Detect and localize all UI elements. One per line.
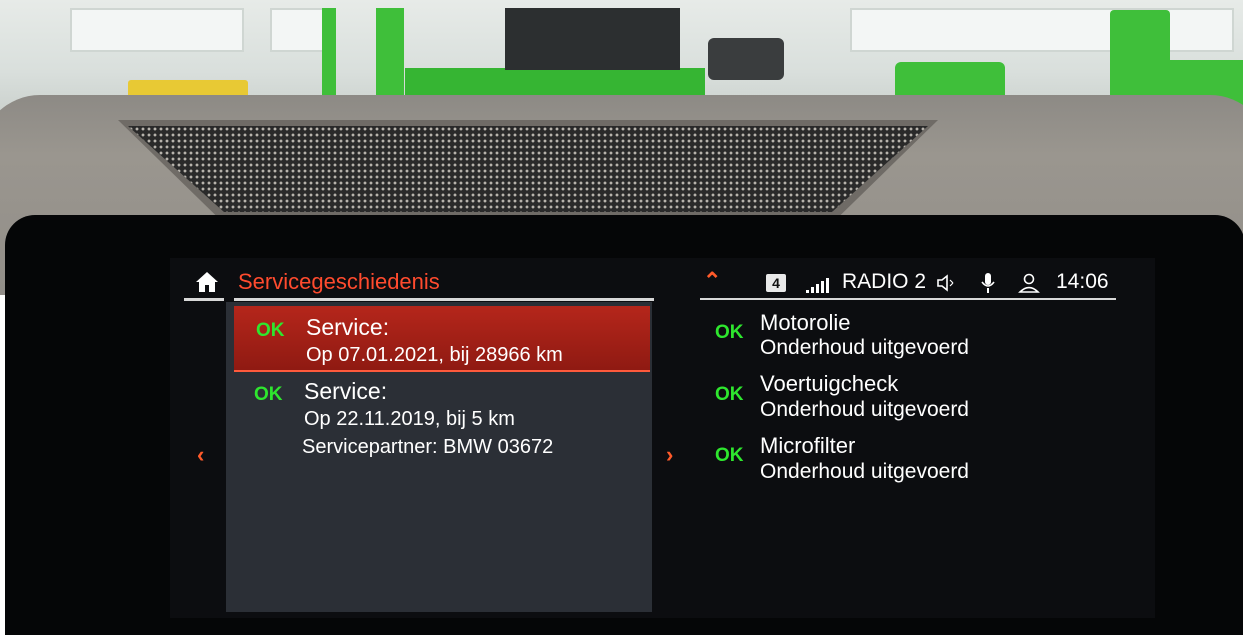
workshop-window: [70, 8, 244, 52]
clock-time: 14:06: [1056, 270, 1109, 293]
volume-icon: [937, 274, 954, 292]
item-title: Motorolie: [760, 310, 851, 335]
item-subtitle: Onderhoud uitgevoerd: [760, 336, 969, 359]
item-subtitle: Onderhoud uitgevoerd: [760, 398, 969, 421]
ok-status: OK: [254, 384, 283, 405]
chevron-right-icon[interactable]: ›: [666, 442, 673, 468]
service-date: Op 22.11.2019, bij 5 km: [304, 408, 515, 430]
green-post: [322, 8, 336, 103]
service-partner: Servicepartner: BMW 03672: [302, 436, 554, 458]
audio-source: RADIO 2: [842, 270, 927, 293]
home-icon[interactable]: [194, 270, 220, 294]
chevron-left-icon[interactable]: ‹: [197, 442, 204, 468]
item-title: Voertuigcheck: [760, 371, 899, 396]
ok-status: OK: [715, 384, 744, 405]
car-dashboard-photo: Servicegeschiedenis OK Service: Op 07.01…: [0, 0, 1243, 635]
title-divider: [234, 298, 654, 301]
chevron-up-icon[interactable]: ⌃: [703, 268, 721, 294]
service-date: Op 07.01.2021, bij 28966 km: [306, 344, 563, 366]
item-title: Microfilter: [760, 433, 856, 458]
service-title: Service:: [306, 314, 390, 340]
green-post: [376, 8, 404, 103]
microphone-icon: [981, 273, 995, 293]
ok-status: OK: [256, 320, 285, 341]
workshop-window: [850, 8, 1234, 52]
ok-status: OK: [715, 445, 744, 466]
user-profile-icon: [1018, 273, 1040, 293]
status-bar-divider: [700, 298, 1116, 300]
diagnostic-device: [708, 38, 784, 80]
speaker-grille: [128, 126, 928, 212]
signal-strength-icon: [806, 278, 829, 293]
home-underline: [184, 298, 224, 301]
service-title: Service:: [304, 378, 388, 404]
item-subtitle: Onderhoud uitgevoerd: [760, 460, 969, 483]
page-title: Servicegeschiedenis: [238, 269, 440, 294]
ok-status: OK: [715, 322, 744, 343]
dark-machine: [505, 8, 680, 70]
channel-badge: 4: [766, 274, 786, 292]
